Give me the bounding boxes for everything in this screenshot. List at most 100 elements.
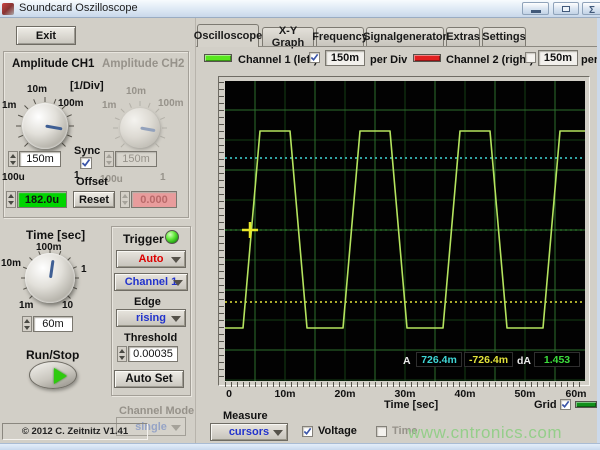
title-bar: Soundcard Oszilloscope Σ	[0, 0, 600, 18]
time-knob-label-10: 10	[62, 300, 73, 311]
offset-ch1-value-field[interactable]: 182.0u	[17, 191, 67, 208]
grid-label: Grid	[534, 399, 557, 411]
time-knob-label-100m: 100m	[36, 242, 62, 253]
delta-a-readout: 1.453	[534, 352, 580, 367]
channel1-enable-checkbox[interactable]	[309, 52, 320, 63]
channel2-legend-label: Channel 2 (right)	[446, 54, 533, 66]
amplitude-ch2-title: Amplitude CH2	[102, 58, 184, 70]
threshold-value-field[interactable]: 0.00035	[128, 346, 178, 362]
trigger-source-dropdown[interactable]: Channel 1	[114, 273, 188, 291]
sync-checkbox[interactable]	[80, 157, 92, 169]
offset-ch2-stepper[interactable]	[120, 191, 130, 208]
tab-signalgenerator[interactable]: Signalgenerator	[366, 27, 444, 46]
minimize-button[interactable]	[522, 2, 549, 15]
channel2-scale-field[interactable]: 150m	[538, 50, 578, 66]
time-title: Time [sec]	[26, 228, 85, 242]
channel1-scale-field[interactable]: 150m	[325, 50, 365, 66]
amplitude-ch1-title: Amplitude CH1	[12, 58, 94, 70]
amplitude-ch2-stepper[interactable]	[104, 151, 114, 167]
trigger-edge-value: rising	[136, 312, 166, 324]
x-tick-40m: 40m	[447, 388, 483, 400]
copyright-bar: © 2012 C. Zeitnitz V1.41	[2, 423, 148, 440]
watermark-text: www.cntronics.com	[408, 423, 562, 443]
time-stepper[interactable]	[22, 316, 32, 332]
amplitude-ch1-value-field[interactable]: 150m	[19, 151, 61, 167]
offset-label: Offset	[76, 176, 108, 188]
grid-color-swatch	[575, 401, 597, 408]
close-button[interactable]: Σ	[582, 2, 600, 15]
y-axis-minor-ticks	[219, 82, 224, 380]
app-window: Soundcard Oszilloscope Σ Exit Amplitude …	[0, 0, 600, 450]
minimize-icon	[531, 10, 541, 13]
x-tick-10m: 10m	[267, 388, 303, 400]
threshold-label: Threshold	[124, 332, 177, 344]
maximize-button[interactable]	[553, 2, 579, 15]
trigger-source-value: Channel 1	[125, 276, 178, 288]
threshold-stepper[interactable]	[117, 346, 127, 362]
trigger-mode-dropdown[interactable]: Auto	[116, 250, 186, 268]
play-icon	[54, 368, 67, 384]
auto-set-button[interactable]: Auto Set	[114, 370, 184, 388]
channel-mode-label: Channel Mode	[119, 405, 194, 417]
delta-a-label: dA	[517, 355, 531, 367]
x-axis-minor-ticks	[225, 382, 585, 387]
channel1-legend-label: Channel 1 (left)	[238, 54, 317, 66]
time-measure-checkbox[interactable]	[376, 426, 387, 437]
offset-ch2-value-field[interactable]: 0.000	[131, 191, 177, 208]
measure-mode-value: cursors	[229, 426, 269, 438]
x-axis-title: Time [sec]	[384, 399, 438, 411]
exit-button[interactable]: Exit	[16, 26, 76, 45]
ch1-knob-label-1m: 1m	[2, 100, 16, 111]
x-tick-20m: 20m	[327, 388, 363, 400]
chevron-down-icon	[171, 316, 181, 322]
ch2-knob-label-1m: 1m	[102, 100, 116, 111]
voltage-checkbox[interactable]	[302, 426, 313, 437]
channel1-per-div-label: per Div	[370, 54, 407, 66]
chevron-down-icon	[173, 280, 183, 286]
ch2-knob-label-10m: 10m	[126, 86, 146, 97]
cursor-upper-readout: 726.4m	[416, 352, 462, 367]
time-value-field[interactable]: 60m	[33, 316, 73, 332]
offset-ch1-stepper[interactable]	[6, 191, 16, 208]
amplitude-ch2-value-field[interactable]: 150m	[115, 151, 157, 167]
scope-plot-area[interactable]	[225, 81, 585, 381]
ch1-knob-label-100m: 100m	[58, 98, 84, 109]
close-icon: Σ	[589, 5, 595, 16]
chevron-down-icon	[273, 430, 283, 436]
measure-label: Measure	[223, 410, 268, 422]
left-control-panel: Exit Amplitude CH1 Amplitude CH2 [1/Div]…	[0, 18, 196, 443]
voltage-label: Voltage	[318, 425, 357, 437]
time-knob[interactable]	[20, 248, 80, 308]
cursor-a-label: A	[403, 355, 411, 367]
chevron-down-icon	[171, 257, 181, 263]
tab-settings[interactable]: Settings	[482, 27, 526, 46]
channel1-color-swatch	[204, 54, 232, 62]
tab-xy-graph[interactable]: X-Y Graph	[262, 27, 314, 46]
channel2-enable-checkbox[interactable]	[525, 52, 536, 63]
window-frame-bottom	[0, 443, 600, 450]
per-div-unit-label: [1/Div]	[70, 80, 104, 92]
offset-reset-button[interactable]: Reset	[73, 191, 115, 208]
ch2-knob-label-1: 1	[160, 172, 166, 183]
measure-mode-dropdown[interactable]: cursors	[210, 423, 288, 441]
trigger-led	[165, 230, 179, 244]
ch2-knob-label-100m: 100m	[158, 98, 184, 109]
tab-oscilloscope[interactable]: Oscilloscope	[197, 24, 259, 47]
amplitude-ch1-stepper[interactable]	[8, 151, 18, 167]
trigger-edge-dropdown[interactable]: rising	[116, 309, 186, 327]
run-stop-button[interactable]	[29, 361, 77, 389]
grid-checkbox[interactable]	[560, 399, 571, 410]
trigger-mode-value: Auto	[138, 253, 163, 265]
tab-frequency[interactable]: Frequency	[316, 27, 364, 46]
time-knob-label-1: 1	[81, 264, 87, 275]
ch1-knob-label-100u: 100u	[2, 172, 25, 183]
sync-label: Sync	[74, 145, 100, 157]
chevron-down-icon	[171, 425, 181, 431]
trigger-title: Trigger	[123, 232, 164, 246]
x-tick-0: 0	[211, 388, 247, 400]
window-title: Soundcard Oszilloscope	[19, 2, 138, 14]
run-stop-label: Run/Stop	[26, 348, 79, 362]
tab-extras[interactable]: Extras	[446, 27, 480, 46]
ch1-knob-label-10m: 10m	[27, 84, 47, 95]
channel2-color-swatch	[413, 54, 441, 62]
